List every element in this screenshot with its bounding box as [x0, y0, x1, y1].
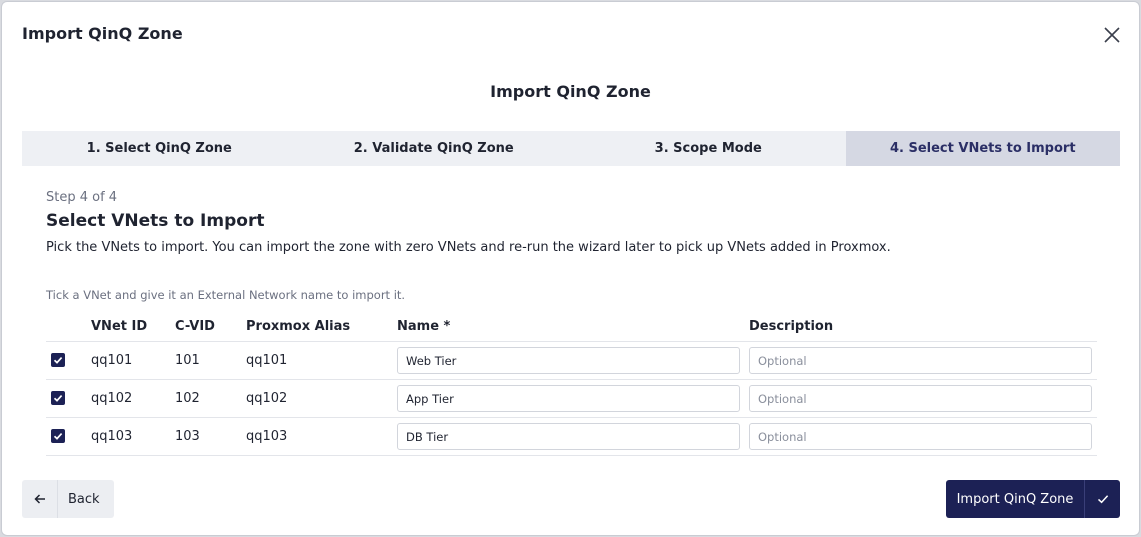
column-vnet-id: VNet ID [91, 319, 148, 334]
wizard-title: Import QinQ Zone [490, 82, 651, 101]
cvid-cell: 101 [175, 353, 200, 368]
import-button-label: Import QinQ Zone [956, 491, 1074, 507]
column-cvid: C-VID [175, 319, 215, 334]
import-dialog: Import QinQ Zone Import QinQ Zone 1. Sel… [1, 1, 1140, 536]
name-input[interactable] [397, 347, 740, 374]
name-input[interactable] [397, 423, 740, 450]
section-title: Select VNets to Import [46, 211, 265, 231]
arrow-left-icon [22, 480, 58, 518]
column-description: Description [749, 319, 834, 334]
back-button[interactable]: Back [22, 480, 114, 518]
row-checkbox[interactable] [51, 353, 65, 367]
vnet-id-cell: qq101 [91, 353, 133, 368]
step-counter: Step 4 of 4 [46, 190, 118, 205]
cvid-cell: 103 [175, 429, 200, 444]
row-checkbox[interactable] [51, 429, 65, 443]
close-icon[interactable] [1101, 24, 1123, 46]
vnets-table: VNet ID C-VID Proxmox Alias Name * Descr… [46, 316, 1097, 456]
row-checkbox[interactable] [51, 391, 65, 405]
step-select-qinq-zone[interactable]: 1. Select QinQ Zone [22, 131, 297, 166]
vnet-id-cell: qq102 [91, 391, 133, 406]
step-select-vnets[interactable]: 4. Select VNets to Import [845, 131, 1120, 166]
check-icon [1084, 480, 1120, 518]
description-input[interactable] [749, 385, 1092, 412]
alias-cell: qq102 [246, 391, 288, 406]
alias-cell: qq101 [246, 353, 288, 368]
back-button-label: Back [68, 491, 100, 507]
vnet-id-cell: qq103 [91, 429, 133, 444]
check-icon [53, 395, 63, 402]
description-input[interactable] [749, 347, 1092, 374]
check-icon [53, 433, 63, 440]
wizard-steps: 1. Select QinQ Zone 2. Validate QinQ Zon… [22, 131, 1120, 166]
import-qinq-zone-button[interactable]: Import QinQ Zone [946, 480, 1120, 518]
cvid-cell: 102 [175, 391, 200, 406]
section-description: Pick the VNets to import. You can import… [46, 240, 891, 255]
table-header: VNet ID C-VID Proxmox Alias Name * Descr… [46, 316, 1097, 342]
table-row: qq102 102 qq102 [46, 380, 1097, 418]
step-content: Step 4 of 4 Select VNets to Import Pick … [46, 190, 1098, 255]
hint-text: Tick a VNet and give it an External Netw… [46, 288, 406, 302]
column-name: Name * [397, 319, 451, 334]
check-icon [53, 357, 63, 364]
table-row: qq103 103 qq103 [46, 418, 1097, 456]
dialog-title: Import QinQ Zone [22, 24, 183, 43]
table-row: qq101 101 qq101 [46, 342, 1097, 380]
name-input[interactable] [397, 385, 740, 412]
alias-cell: qq103 [246, 429, 288, 444]
column-proxmox-alias: Proxmox Alias [246, 319, 351, 334]
step-scope-mode[interactable]: 3. Scope Mode [571, 131, 846, 166]
step-validate-qinq-zone[interactable]: 2. Validate QinQ Zone [297, 131, 572, 166]
description-input[interactable] [749, 423, 1092, 450]
